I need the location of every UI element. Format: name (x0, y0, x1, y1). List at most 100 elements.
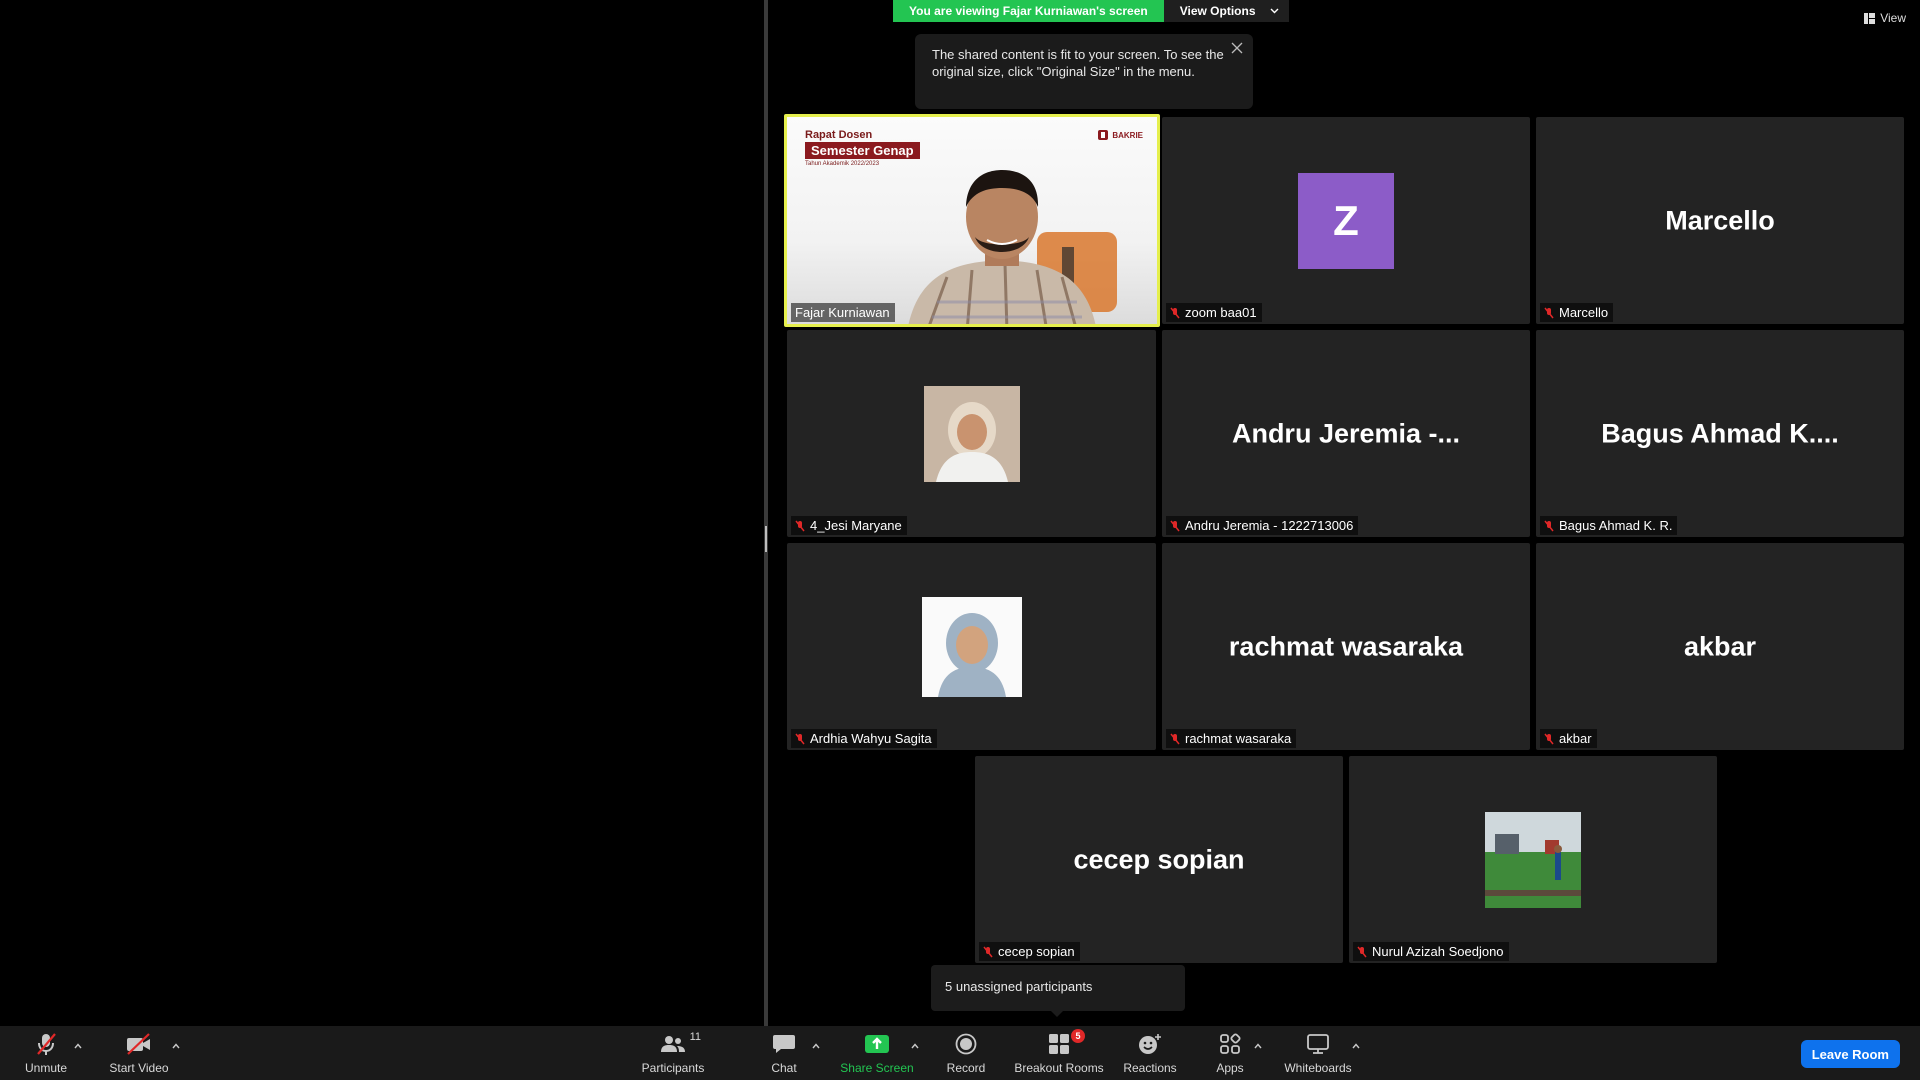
participant-display-name: Bagus Ahmad K.... (1601, 418, 1839, 448)
muted-mic-icon (983, 946, 993, 957)
speaker-figure (908, 170, 1117, 324)
video-tile-rachmat[interactable]: rachmat wasaraka rachmat wasaraka (1162, 543, 1530, 750)
muted-mic-icon (1170, 520, 1180, 531)
start-video-button[interactable]: Start Video (104, 1026, 174, 1080)
muted-mic-icon (1357, 946, 1367, 957)
record-button[interactable]: Record (940, 1026, 992, 1080)
video-tile-andru[interactable]: Andru Jeremia -... Andru Jeremia - 12227… (1162, 330, 1530, 537)
video-off-icon (127, 1033, 150, 1055)
muted-mic-icon (1544, 520, 1554, 531)
participants-label: Participants (641, 1061, 705, 1075)
participant-display-name: rachmat wasaraka (1228, 631, 1464, 661)
screen-share-banner: You are viewing Fajar Kurniawan's screen… (893, 0, 1289, 22)
apps-button[interactable]: Apps (1210, 1026, 1250, 1080)
leave-room-button[interactable]: Leave Room (1800, 1040, 1900, 1068)
smiley-plus-icon (1139, 1034, 1161, 1054)
participant-name: Nurul Azizah Soedjono (1372, 944, 1504, 959)
whiteboard-icon (1307, 1034, 1329, 1054)
fit-to-screen-tooltip: The shared content is fit to your screen… (915, 34, 1253, 109)
apps-icon (1220, 1033, 1241, 1054)
participant-nameplate: Andru Jeremia - 1222713006 (1166, 516, 1359, 535)
muted-mic-icon (37, 1033, 56, 1055)
splitter-bar[interactable] (764, 0, 768, 1026)
audio-options-caret-icon[interactable] (72, 1040, 84, 1052)
participant-name: Ardhia Wahyu Sagita (810, 731, 932, 746)
avatar-letter: Z (1298, 172, 1394, 269)
video-tile-jesi[interactable]: 4_Jesi Maryane (787, 330, 1156, 537)
profile-photo-image (1485, 811, 1581, 908)
participant-nameplate: Fajar Kurniawan (791, 303, 895, 322)
video-tile-bagus[interactable]: Bagus Ahmad K.... Bagus Ahmad K. R. (1536, 330, 1904, 537)
viewing-screen-label: You are viewing Fajar Kurniawan's screen (893, 0, 1164, 22)
muted-mic-icon (795, 733, 805, 744)
reactions-button[interactable]: Reactions (1120, 1026, 1180, 1080)
participant-name: cecep sopian (998, 944, 1075, 959)
breakout-badge: 5 (1071, 1029, 1085, 1043)
participant-name: 4_Jesi Maryane (810, 518, 902, 533)
view-layout-button[interactable]: View (1864, 11, 1906, 25)
video-tile-nurul[interactable]: Nurul Azizah Soedjono (1349, 756, 1717, 963)
record-icon (955, 1033, 977, 1055)
participant-nameplate: cecep sopian (979, 942, 1080, 961)
participant-nameplate: rachmat wasaraka (1166, 729, 1297, 748)
meeting-toolbar: Unmute Start Video 11 Participants Chat … (0, 1026, 1920, 1080)
participant-nameplate: 4_Jesi Maryane (791, 516, 907, 535)
video-tile-cecep[interactable]: cecep sopian cecep sopian (975, 756, 1343, 963)
participant-name: akbar (1559, 731, 1592, 746)
breakout-rooms-icon (1049, 1034, 1069, 1054)
grid-view-icon (1864, 12, 1876, 24)
view-options-label: View Options (1179, 4, 1256, 18)
participant-display-name: Andru Jeremia -... (1231, 418, 1461, 448)
profile-photo (923, 385, 1020, 482)
whiteboards-label: Whiteboards (1284, 1061, 1352, 1075)
video-tile-zoom-baa01[interactable]: Z zoom baa01 (1162, 117, 1530, 324)
chat-label: Chat (771, 1061, 797, 1075)
participant-name: Marcello (1559, 305, 1609, 320)
muted-mic-icon (1544, 733, 1554, 744)
participants-button[interactable]: 11 Participants (638, 1026, 708, 1080)
participant-display-name: cecep sopian (1073, 844, 1245, 874)
unmute-button[interactable]: Unmute (18, 1026, 74, 1080)
view-label: View (1880, 11, 1906, 25)
speaker-video: Rapat Dosen Semester Genap Tahun Akademi… (787, 117, 1157, 324)
participant-name: zoom baa01 (1185, 305, 1257, 320)
participant-name: rachmat wasaraka (1185, 731, 1292, 746)
whiteboards-options-caret-icon[interactable] (1350, 1040, 1362, 1052)
profile-photo-image (923, 385, 1020, 482)
logo-text: BAKRIE (1112, 130, 1143, 140)
video-options-caret-icon[interactable] (170, 1040, 182, 1052)
whiteboards-button[interactable]: Whiteboards (1280, 1026, 1356, 1080)
share-screen-button[interactable]: Share Screen (838, 1026, 916, 1080)
muted-mic-icon (1170, 307, 1180, 318)
participant-nameplate: Marcello (1540, 303, 1614, 322)
profile-photo-image (921, 596, 1022, 697)
slide-title: Rapat Dosen (805, 129, 873, 141)
muted-mic-icon (1170, 733, 1180, 744)
video-tile-akbar[interactable]: akbar akbar (1536, 543, 1904, 750)
participant-nameplate: akbar (1540, 729, 1597, 748)
unassigned-participants-popup[interactable]: 5 unassigned participants (931, 965, 1185, 1017)
apps-label: Apps (1216, 1061, 1244, 1075)
video-tile-fajar[interactable]: Rapat Dosen Semester Genap Tahun Akademi… (784, 114, 1160, 327)
participant-display-name: Marcello (1665, 205, 1775, 235)
unmute-label: Unmute (24, 1061, 68, 1075)
share-screen-icon (865, 1035, 889, 1053)
chat-options-caret-icon[interactable] (810, 1040, 822, 1052)
video-tile-marcello[interactable]: Marcello Marcello (1536, 117, 1904, 324)
participant-nameplate: Nurul Azizah Soedjono (1353, 942, 1509, 961)
apps-options-caret-icon[interactable] (1252, 1040, 1264, 1052)
view-options-button[interactable]: View Options (1163, 0, 1289, 22)
close-icon[interactable] (1229, 40, 1245, 56)
video-tile-ardhia[interactable]: Ardhia Wahyu Sagita (787, 543, 1156, 750)
participant-name: Fajar Kurniawan (795, 305, 890, 320)
university-logo: BAKRIE (1097, 129, 1143, 141)
share-options-caret-icon[interactable] (909, 1040, 921, 1052)
profile-photo (1485, 811, 1581, 908)
splitter-handle[interactable] (765, 526, 767, 552)
participant-name: Bagus Ahmad K. R. (1559, 518, 1673, 533)
participant-nameplate: Ardhia Wahyu Sagita (791, 729, 937, 748)
breakout-rooms-label: Breakout Rooms (1014, 1061, 1104, 1075)
breakout-rooms-button[interactable]: 5 Breakout Rooms (1012, 1026, 1106, 1080)
shared-screen-area (0, 0, 764, 1026)
chat-button[interactable]: Chat (764, 1026, 804, 1080)
